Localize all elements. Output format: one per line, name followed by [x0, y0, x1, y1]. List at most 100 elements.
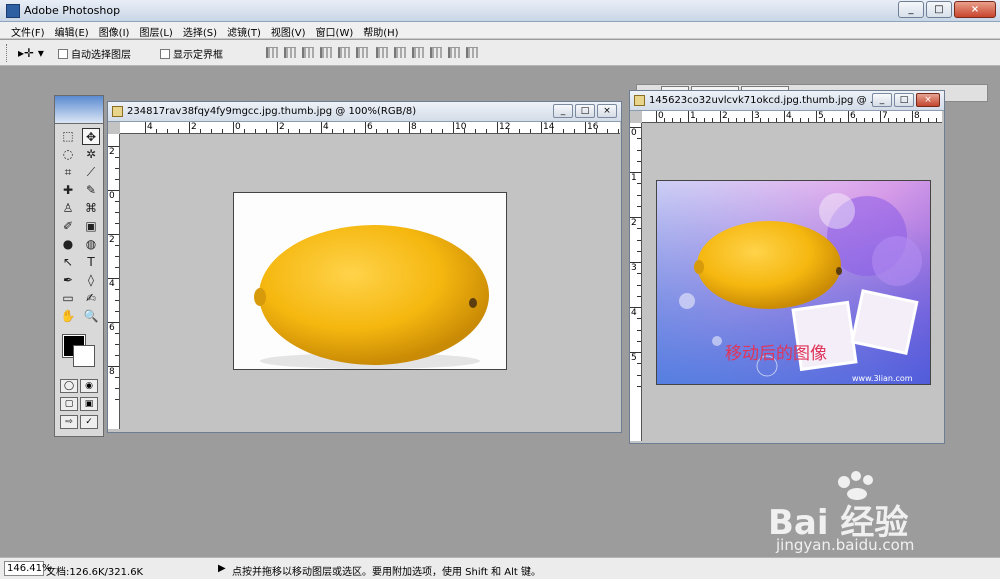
marquee-tool-icon[interactable]: ⬚ — [59, 128, 77, 145]
auto-select-layer-option[interactable]: 自动选择图层 — [58, 46, 131, 61]
lasso-tool-icon[interactable]: ◌ — [59, 146, 77, 163]
ruler-minor-tick — [431, 129, 432, 133]
distribute-hcenter-icon[interactable] — [448, 47, 460, 58]
clone-stamp-tool-icon[interactable]: ♙ — [59, 200, 77, 217]
history-brush-tool-icon[interactable]: ⌘ — [82, 200, 100, 217]
ruler-label: 10 — [455, 122, 467, 132]
vertical-ruler-2[interactable]: 0 1 2 3 4 5 — [630, 123, 642, 441]
path-select-tool-icon[interactable]: ↖ — [59, 254, 77, 271]
brush-tool-icon[interactable]: ✎ — [82, 182, 100, 199]
gradient-tool-icon[interactable]: ▣ — [82, 218, 100, 235]
ruler-minor-tick — [115, 399, 119, 400]
menu-help[interactable]: 帮助(H) — [358, 22, 403, 39]
document-size-info[interactable]: 文档:126.6K/321.6K — [46, 563, 143, 578]
menu-edit[interactable]: 编辑(E) — [50, 22, 94, 39]
close-button[interactable]: × — [954, 1, 996, 18]
zoom-level-field[interactable]: 146.41% — [4, 561, 52, 576]
hand-tool-icon[interactable]: ✋ — [59, 308, 77, 325]
eyedropper-tool-icon[interactable]: ✍ — [82, 290, 100, 307]
ruler-minor-tick — [211, 129, 212, 133]
photoshop-app-icon — [6, 4, 20, 18]
menu-layer[interactable]: 图层(L) — [134, 22, 177, 39]
ruler-minor-tick — [920, 118, 921, 122]
magic-wand-tool-icon[interactable]: ✲ — [82, 146, 100, 163]
document-minimize-button-2[interactable]: _ — [872, 93, 892, 107]
ruler-minor-tick — [744, 118, 745, 122]
document-maximize-button[interactable]: □ — [575, 104, 595, 118]
distribute-top-icon[interactable] — [376, 47, 388, 58]
auto-select-layer-checkbox[interactable] — [58, 48, 68, 59]
ruler-minor-tick — [519, 129, 520, 133]
document-titlebar-2[interactable]: 145623co32uvlcvk71okcd.jpg.thumb.jpg @ .… — [630, 91, 944, 111]
eraser-tool-icon[interactable]: ✐ — [59, 218, 77, 235]
distribute-buttons — [376, 47, 478, 58]
document-titlebar[interactable]: 234817rav38fqy4fy9mgcc.jpg.thumb.jpg @ 1… — [108, 102, 621, 122]
document-icon — [112, 106, 123, 117]
show-bounds-checkbox[interactable] — [160, 48, 170, 59]
align-vcenter-icon[interactable] — [284, 47, 296, 58]
ruler-label: 4 — [631, 308, 637, 318]
document-minimize-button[interactable]: _ — [553, 104, 573, 118]
align-top-icon[interactable] — [266, 47, 278, 58]
app-titlebar: Adobe Photoshop _ □ × — [0, 0, 1000, 22]
align-left-icon[interactable] — [320, 47, 332, 58]
healing-brush-tool-icon[interactable]: ✚ — [59, 182, 77, 199]
document-maximize-button-2[interactable]: □ — [894, 93, 914, 107]
vertical-ruler[interactable]: 2 0 2 4 6 8 — [108, 134, 120, 429]
options-grip[interactable] — [6, 44, 9, 62]
ruler-label: 0 — [109, 191, 115, 201]
show-bounds-option[interactable]: 显示定界框 — [160, 46, 223, 61]
menu-select[interactable]: 选择(S) — [178, 22, 222, 39]
document-close-button[interactable]: × — [597, 104, 617, 118]
mask-mode-row: ◯ ◉ — [55, 377, 103, 395]
dodge-tool-icon[interactable]: ◍ — [82, 236, 100, 253]
ruler-minor-tick — [530, 129, 531, 133]
slice-tool-icon[interactable]: ⟋ — [82, 164, 100, 181]
full-screen-menu-icon[interactable]: ▣ — [80, 397, 98, 411]
move-tool-icon[interactable]: ✥ — [82, 128, 100, 145]
tool-grid: ⬚ ✥ ◌ ✲ ⌗ ⟋ ✚ ✎ ♙ ⌘ ✐ ▣ ● ◍ ↖ T ✒ ◊ ▭ ✍ … — [55, 124, 103, 329]
toolbox-header[interactable] — [55, 96, 103, 124]
standard-mode-icon[interactable]: ◯ — [60, 379, 78, 393]
menu-window[interactable]: 窗口(W) — [311, 22, 359, 39]
distribute-right-icon[interactable] — [466, 47, 478, 58]
horizontal-ruler[interactable]: 4 2 0 2 4 6 8 10 12 14 16 — [120, 122, 620, 134]
menu-image[interactable]: 图像(I) — [94, 22, 135, 39]
status-menu-arrow-icon[interactable]: ▶ — [218, 563, 226, 574]
document-close-button-2[interactable]: × — [916, 93, 940, 107]
align-right-icon[interactable] — [356, 47, 368, 58]
blur-tool-icon[interactable]: ● — [59, 236, 77, 253]
align-bottom-icon[interactable] — [302, 47, 314, 58]
ruler-minor-tick — [398, 129, 399, 133]
crop-tool-icon[interactable]: ⌗ — [59, 164, 77, 181]
ruler-minor-tick — [115, 168, 119, 169]
menu-file[interactable]: 文件(F) — [6, 22, 50, 39]
quick-mask-mode-icon[interactable]: ◉ — [80, 379, 98, 393]
type-tool-icon[interactable]: T — [82, 254, 100, 271]
ruler-label: 2 — [722, 111, 728, 121]
minimize-button[interactable]: _ — [898, 1, 924, 18]
jump-to-imageready-icon[interactable]: ⇨ — [60, 415, 78, 429]
menu-view[interactable]: 视图(V) — [266, 22, 311, 39]
ruler-label: 1 — [631, 173, 637, 183]
align-hcenter-icon[interactable] — [338, 47, 350, 58]
tool-preset-picker[interactable]: ▸✛ ▾ — [18, 46, 44, 60]
background-color-swatch[interactable] — [73, 345, 95, 367]
commit-icon[interactable]: ✓ — [80, 415, 98, 429]
menu-filter[interactable]: 滤镜(T) — [222, 22, 266, 39]
horizontal-ruler-2[interactable]: 0 1 2 3 4 5 6 7 8 — [642, 111, 942, 123]
standard-screen-icon[interactable]: ▢ — [60, 397, 78, 411]
pen-tool-icon[interactable]: ✒ — [59, 272, 77, 289]
ruler-major-tick — [880, 111, 881, 122]
composited-canvas[interactable]: 移动后的图像 www.3lian.com — [656, 180, 931, 385]
lemon-canvas[interactable] — [233, 192, 507, 370]
distribute-bottom-icon[interactable] — [412, 47, 424, 58]
ruler-minor-tick — [704, 118, 705, 122]
shape-tool-icon[interactable]: ◊ — [82, 272, 100, 289]
distribute-left-icon[interactable] — [430, 47, 442, 58]
notes-tool-icon[interactable]: ▭ — [59, 290, 77, 307]
status-hint: 点按并拖移以移动图层或选区。要用附加选项，使用 Shift 和 Alt 键。 — [232, 567, 541, 578]
distribute-vcenter-icon[interactable] — [394, 47, 406, 58]
zoom-tool-icon[interactable]: 🔍 — [82, 308, 100, 325]
maximize-button[interactable]: □ — [926, 1, 952, 18]
